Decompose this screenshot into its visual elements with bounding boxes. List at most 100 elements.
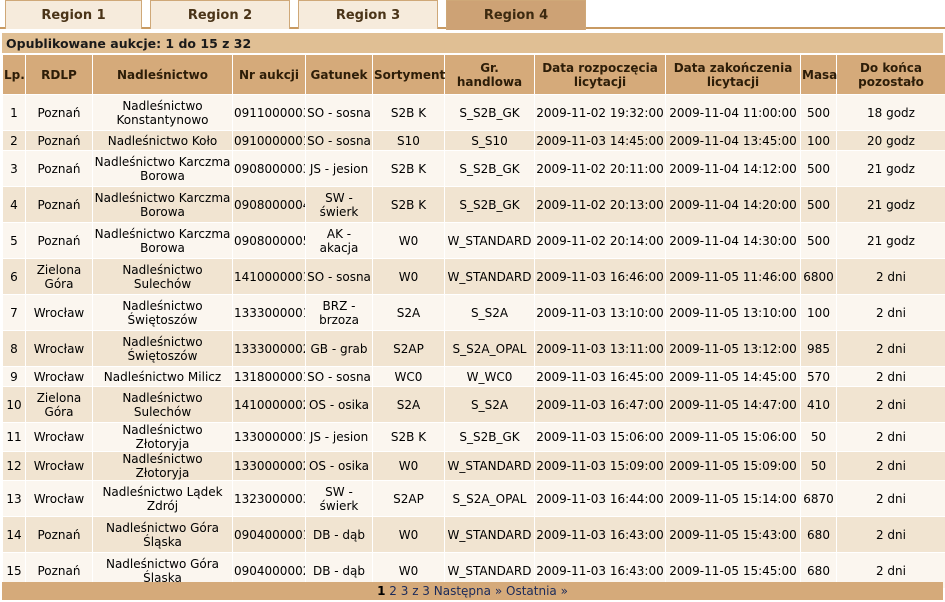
cell-sortyment: S2B K [372, 186, 445, 223]
cell-sortyment: W0 [372, 451, 445, 481]
cell-masa: 50 [800, 422, 837, 452]
cell-lp: 3 [2, 150, 26, 187]
cell-nr-aukcji: 1410000001 [232, 258, 306, 295]
col-header-rdlp: RDLP [25, 54, 93, 95]
cell-gatunek: AK - akacja [305, 222, 373, 259]
cell-nadlesnictwo: Nadleśnictwo Złotoryja [92, 451, 233, 481]
cell-lp: 10 [2, 386, 26, 423]
cell-gr-handlowa: S_S2A_OPAL [444, 330, 535, 367]
cell-nr-aukcji: 0911000003 [232, 94, 306, 131]
cell-do-konca: 2 dni [836, 422, 945, 452]
cell-do-konca: 2 dni [836, 258, 945, 295]
cell-sortyment: S2B K [372, 422, 445, 452]
col-header-masa: Masa [800, 54, 837, 95]
cell-gatunek: SW - świerk [305, 186, 373, 223]
cell-data-rozpoczecia: 2009-11-03 13:11:00 [534, 330, 666, 367]
cell-nadlesnictwo: Nadleśnictwo Konstantynowo [92, 94, 233, 131]
cell-data-zakonczenia: 2009-11-05 14:47:00 [665, 386, 801, 423]
table-row: 13 Wrocław Nadleśnictwo Lądek Zdrój 1323000… [2, 480, 945, 517]
page-link-3[interactable]: 3 [401, 584, 409, 598]
auctions-table: Lp. RDLP Nadleśnictwo Nr aukcji Gatunek … [2, 54, 945, 589]
cell-gr-handlowa: S_S2A [444, 386, 535, 423]
cell-rdlp: Poznań [25, 130, 93, 151]
cell-lp: 5 [2, 222, 26, 259]
cell-do-konca: 2 dni [836, 330, 945, 367]
tab-region-4[interactable]: Region 4 [446, 0, 586, 30]
cell-data-zakonczenia: 2009-11-05 14:45:00 [665, 366, 801, 387]
auctions-summary: Opublikowane aukcje: 1 do 15 z 32 [2, 33, 943, 53]
table-row: 5 Poznań Nadleśnictwo Karczma Borowa 090800… [2, 222, 945, 259]
cell-sortyment: S2A [372, 386, 445, 423]
cell-lp: 7 [2, 294, 26, 331]
cell-do-konca: 21 godz [836, 222, 945, 259]
cell-nr-aukcji: 0908000003 [232, 150, 306, 187]
cell-sortyment: S10 [372, 130, 445, 151]
cell-nr-aukcji: 1318000001 [232, 366, 306, 387]
cell-do-konca: 2 dni [836, 516, 945, 553]
cell-nr-aukcji: 0904000001 [232, 516, 306, 553]
tab-region-2[interactable]: Region 2 [150, 0, 290, 29]
page-link-2[interactable]: 2 [389, 584, 397, 598]
cell-gr-handlowa: S_S2A [444, 294, 535, 331]
cell-nr-aukcji: 1333000002 [232, 330, 306, 367]
cell-data-zakonczenia: 2009-11-05 13:12:00 [665, 330, 801, 367]
cell-lp: 14 [2, 516, 26, 553]
cell-gatunek: SO - sosna [305, 130, 373, 151]
cell-nr-aukcji: 1410000002 [232, 386, 306, 423]
tab-region-1[interactable]: Region 1 [5, 0, 142, 29]
cell-sortyment: S2B K [372, 94, 445, 131]
cell-rdlp: Zielona Góra [25, 258, 93, 295]
table-row: 10 Zielona Góra Nadleśnictwo Sulechów 14100… [2, 386, 945, 423]
cell-lp: 1 [2, 94, 26, 131]
cell-sortyment: S2AP [372, 330, 445, 367]
cell-gatunek: SO - sosna [305, 366, 373, 387]
next-page-link[interactable]: Następna » [434, 584, 502, 598]
cell-gatunek: OS - osika [305, 451, 373, 481]
cell-gatunek: JS - jesion [305, 422, 373, 452]
cell-nadlesnictwo: Nadleśnictwo Sulechów [92, 258, 233, 295]
cell-nadlesnictwo: Nadleśnictwo Lądek Zdrój [92, 480, 233, 517]
cell-nr-aukcji: 0908000005 [232, 222, 306, 259]
cell-lp: 9 [2, 366, 26, 387]
cell-data-zakonczenia: 2009-11-04 14:20:00 [665, 186, 801, 223]
cell-lp: 2 [2, 130, 26, 151]
cell-do-konca: 18 godz [836, 94, 945, 131]
cell-rdlp: Zielona Góra [25, 386, 93, 423]
cell-data-rozpoczecia: 2009-11-03 16:47:00 [534, 386, 666, 423]
cell-data-rozpoczecia: 2009-11-02 20:11:00 [534, 150, 666, 187]
cell-sortyment: WC0 [372, 366, 445, 387]
cell-do-konca: 2 dni [836, 386, 945, 423]
cell-do-konca: 21 godz [836, 150, 945, 187]
cell-masa: 500 [800, 222, 837, 259]
cell-do-konca: 21 godz [836, 186, 945, 223]
last-page-link[interactable]: Ostatnia » [506, 584, 568, 598]
col-header-gr-handlowa: Gr. handlowa [444, 54, 535, 95]
cell-sortyment: W0 [372, 516, 445, 553]
cell-lp: 8 [2, 330, 26, 367]
pagination: 1 2 3 z 3 Następna » Ostatnia » [2, 582, 943, 600]
cell-masa: 680 [800, 516, 837, 553]
cell-gatunek: JS - jesion [305, 150, 373, 187]
col-header-data-rozpoczecia: Data rozpoczęcia licytacji [534, 54, 666, 95]
cell-lp: 4 [2, 186, 26, 223]
cell-data-rozpoczecia: 2009-11-03 15:09:00 [534, 451, 666, 481]
cell-data-rozpoczecia: 2009-11-02 20:14:00 [534, 222, 666, 259]
cell-do-konca: 20 godz [836, 130, 945, 151]
cell-masa: 50 [800, 451, 837, 481]
cell-nr-aukcji: 1330000002 [232, 451, 306, 481]
cell-masa: 500 [800, 150, 837, 187]
cell-masa: 570 [800, 366, 837, 387]
cell-data-zakonczenia: 2009-11-05 15:14:00 [665, 480, 801, 517]
col-header-gatunek: Gatunek [305, 54, 373, 95]
cell-nadlesnictwo: Nadleśnictwo Karczma Borowa [92, 150, 233, 187]
cell-nr-aukcji: 0908000004 [232, 186, 306, 223]
tab-region-3[interactable]: Region 3 [298, 0, 438, 29]
cell-data-zakonczenia: 2009-11-04 14:12:00 [665, 150, 801, 187]
cell-rdlp: Wrocław [25, 366, 93, 387]
cell-nadlesnictwo: Nadleśnictwo Karczma Borowa [92, 186, 233, 223]
table-row: 1 Poznań Nadleśnictwo Konstantynowo 0911000… [2, 94, 945, 131]
cell-rdlp: Poznań [25, 186, 93, 223]
region-tabs: Region 1 Region 2 Region 3 Region 4 [0, 0, 945, 30]
table-row: 8 Wrocław Nadleśnictwo Świętoszów 133300000… [2, 330, 945, 367]
cell-gatunek: SO - sosna [305, 94, 373, 131]
